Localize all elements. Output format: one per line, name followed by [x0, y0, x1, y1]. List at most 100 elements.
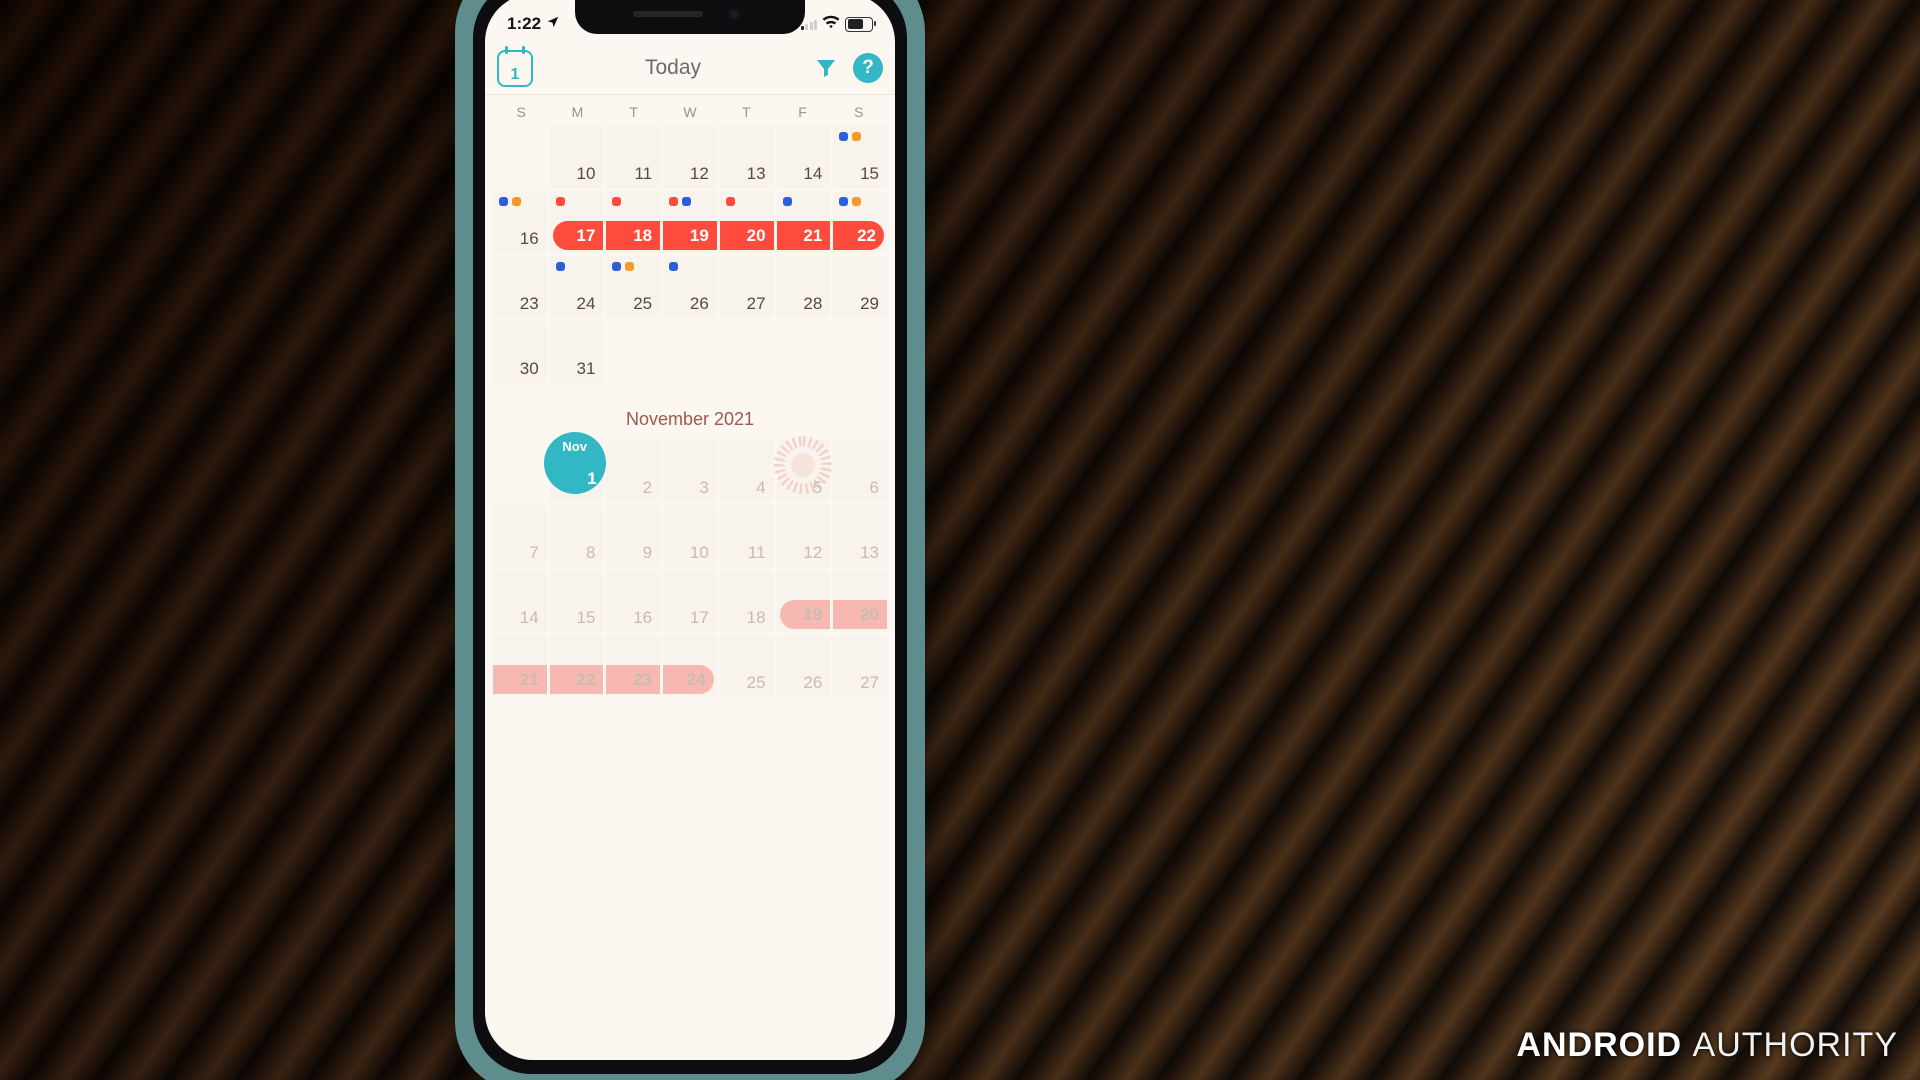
day-number: 9 [643, 543, 652, 563]
calendar-day[interactable]: 2 [606, 440, 660, 502]
calendar-day[interactable]: 25 [720, 635, 774, 697]
day-number: 8 [586, 543, 595, 563]
period-bar: 20 [720, 221, 774, 250]
day-number: 24 [577, 294, 596, 314]
single-day-icon-badge: 1 [511, 66, 520, 84]
event-dot [852, 197, 861, 206]
calendar-day[interactable]: 17 [663, 570, 717, 632]
calendar-day[interactable]: 19 [777, 570, 831, 632]
calendar-day[interactable]: 8 [550, 505, 604, 567]
day-number: 11 [748, 543, 766, 563]
calendar-day[interactable]: 12 [777, 505, 831, 567]
day-number: 17 [577, 226, 596, 246]
single-day-view-button[interactable]: 1 [497, 50, 533, 87]
calendar-day[interactable]: 25 [606, 256, 660, 318]
calendar-day[interactable]: 10 [663, 505, 717, 567]
calendar-day[interactable]: 29 [833, 256, 887, 318]
event-dot [556, 262, 565, 271]
day-number: 7 [529, 543, 538, 563]
calendar-day[interactable]: 26 [663, 256, 717, 318]
day-number: 30 [520, 359, 539, 379]
calendar-day[interactable]: 7 [493, 505, 547, 567]
calendar-day[interactable]: 11 [606, 126, 660, 188]
day-number: 21 [520, 670, 539, 690]
calendar-day[interactable]: 23 [606, 635, 660, 697]
calendar-day[interactable]: 3 [663, 440, 717, 502]
calendar-day[interactable]: 18 [606, 191, 660, 253]
calendar-day[interactable]: 24 [550, 256, 604, 318]
calendar-day[interactable]: 23 [493, 256, 547, 318]
calendar-day[interactable]: 19 [663, 191, 717, 253]
day-number: 10 [690, 543, 709, 563]
calendar-day[interactable]: 20 [833, 570, 887, 632]
calendar-day[interactable]: 28 [777, 256, 831, 318]
calendar-day[interactable]: 16 [606, 570, 660, 632]
calendar-day[interactable]: 10 [550, 126, 604, 188]
event-dot [839, 132, 848, 141]
calendar-day[interactable]: 14 [777, 126, 831, 188]
calendar-blank [493, 440, 547, 502]
day-number: 31 [577, 359, 596, 379]
watermark: ANDROID AUTHORITY [1516, 1028, 1898, 1062]
app-header: 1 Today ? [485, 42, 895, 95]
day-number: 2 [643, 478, 652, 498]
calendar-day[interactable]: 24 [663, 635, 717, 697]
day-event-dots [783, 197, 792, 206]
calendar-day[interactable]: 14 [493, 570, 547, 632]
day-number: 14 [520, 608, 539, 628]
day-number: 25 [633, 294, 652, 314]
day-number: 12 [803, 543, 822, 563]
wifi-icon [822, 14, 840, 34]
day-number: 18 [633, 226, 652, 246]
event-dot [612, 197, 621, 206]
help-button[interactable]: ? [853, 53, 883, 83]
day-number: 1 [587, 469, 596, 489]
predicted-period-bar: 19 [780, 600, 831, 629]
calendar-day[interactable]: 27 [833, 635, 887, 697]
calendar-day[interactable]: 20 [720, 191, 774, 253]
filter-button[interactable] [813, 56, 839, 80]
calendar-day[interactable]: 31 [550, 321, 604, 383]
calendar-day[interactable]: 17 [550, 191, 604, 253]
day-number: 22 [577, 670, 596, 690]
calendar-day[interactable]: 18 [720, 570, 774, 632]
day-number: 29 [860, 294, 879, 314]
calendar-day[interactable]: 15 [833, 126, 887, 188]
period-bar: 21 [777, 221, 831, 250]
calendar-day[interactable]: 6 [833, 440, 887, 502]
calendar-day[interactable]: 26 [777, 635, 831, 697]
calendar-day[interactable]: 13 [720, 126, 774, 188]
calendar-day[interactable]: 11 [720, 505, 774, 567]
day-number: 6 [870, 478, 879, 498]
calendar-day[interactable]: 5 [777, 440, 831, 502]
calendar-day[interactable]: 13 [833, 505, 887, 567]
day-event-dots [612, 197, 621, 206]
day-event-dots [556, 197, 565, 206]
calendar-day[interactable]: 27 [720, 256, 774, 318]
day-number: 4 [756, 478, 765, 498]
calendar-day[interactable]: 15 [550, 570, 604, 632]
calendar-day[interactable]: Nov1 [550, 440, 604, 502]
today-month-abbr: Nov [544, 439, 606, 454]
calendar-day[interactable]: 4 [720, 440, 774, 502]
calendar-day[interactable]: 16 [493, 191, 547, 253]
calendar-day[interactable]: 12 [663, 126, 717, 188]
calendar-day[interactable]: 21 [777, 191, 831, 253]
event-dot [499, 197, 508, 206]
calendar-day[interactable]: 21 [493, 635, 547, 697]
period-bar: 18 [606, 221, 660, 250]
predicted-period-bar: 22 [550, 665, 604, 694]
calendar-day[interactable]: 22 [833, 191, 887, 253]
event-dot [512, 197, 521, 206]
calendar-day[interactable]: 30 [493, 321, 547, 383]
day-number: 15 [860, 164, 879, 184]
month-grid: 10 11121314 15 16 17 18 19202122 23 24 25 26 2728 29… [493, 126, 887, 383]
calendar-day[interactable]: 22 [550, 635, 604, 697]
day-number: 26 [690, 294, 709, 314]
day-number: 10 [577, 164, 596, 184]
calendar-day[interactable]: 9 [606, 505, 660, 567]
period-bar: 22 [833, 221, 884, 250]
event-dot [726, 197, 735, 206]
calendar-scroll[interactable]: SMTWTFS 10111213141516171819202122232425… [493, 94, 887, 697]
battery-icon [845, 17, 873, 32]
